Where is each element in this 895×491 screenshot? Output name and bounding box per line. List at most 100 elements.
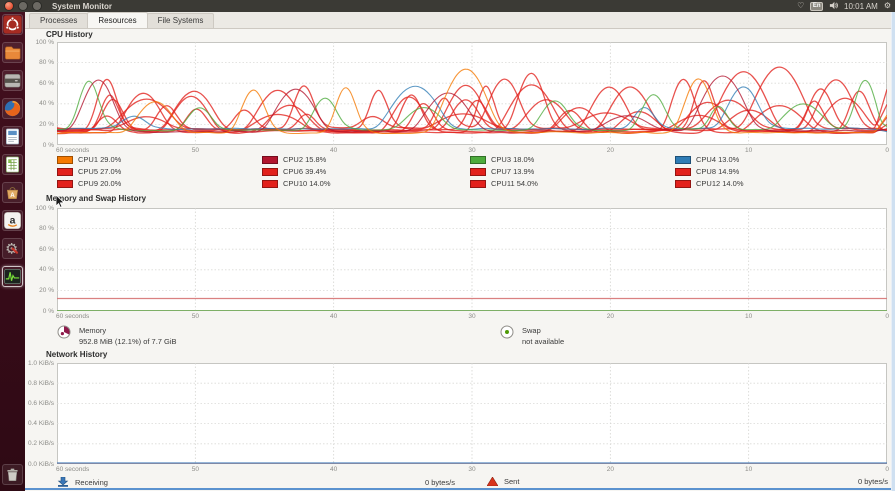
sent-legend: Sent 0 bytes/s xyxy=(487,477,888,486)
launcher-item-disk-drive[interactable] xyxy=(2,70,23,91)
cpu-legend-item-cpu3: CPU3 18.0% xyxy=(470,155,534,164)
net-x-tick: 20 xyxy=(595,466,625,473)
launcher-item-firefox[interactable] xyxy=(2,98,23,119)
memory-label: Memory xyxy=(79,325,177,336)
memory-swap-history-chart xyxy=(57,208,887,311)
cpu-color-swatch[interactable] xyxy=(675,180,691,188)
cpu-legend-item-cpu6: CPU6 39.4% xyxy=(262,167,326,176)
session-gear-icon[interactable]: ⚙ xyxy=(884,1,891,11)
receiving-rate: 0 bytes/s xyxy=(425,478,455,487)
cpu-legend-text: CPU3 18.0% xyxy=(491,155,534,164)
cpu-color-swatch[interactable] xyxy=(675,156,691,164)
cpu-x-tick: 10 xyxy=(734,147,764,154)
top-panel: System Monitor ♡ En 10:01 AM ⚙ xyxy=(0,0,895,12)
cpu-history-chart xyxy=(57,42,887,145)
cpu-x-tick: 20 xyxy=(595,147,625,154)
window-title: System Monitor xyxy=(52,2,112,11)
cpu-legend-item-cpu5: CPU5 27.0% xyxy=(57,167,121,176)
cpu-color-swatch[interactable] xyxy=(262,180,278,188)
cpu-legend-item-cpu4: CPU4 13.0% xyxy=(675,155,739,164)
unity-launcher: Aa ⚙ xyxy=(0,12,25,491)
window-maximize-button[interactable] xyxy=(32,1,42,11)
cpu-legend-item-cpu1: CPU1 29.0% xyxy=(57,155,121,164)
tab-bar: Processes Resources File Systems xyxy=(25,12,895,29)
cpu-legend-item-cpu10: CPU10 14.0% xyxy=(262,179,331,188)
indicator-area: ♡ En 10:01 AM ⚙ xyxy=(797,0,891,12)
tab-processes[interactable]: Processes xyxy=(29,13,88,28)
cpu-legend-item-cpu11: CPU11 54.0% xyxy=(470,179,538,188)
memory-legend: Memory 952.8 MiB (12.1%) of 7.7 GiB xyxy=(57,325,177,347)
clock[interactable]: 10:01 AM xyxy=(844,2,878,11)
net-x-tick: 60 seconds xyxy=(56,466,89,473)
cpu-x-tick: 60 seconds xyxy=(56,147,89,154)
cpu-x-tick: 40 xyxy=(319,147,349,154)
swap-value: not available xyxy=(522,336,564,347)
cpu-legend-text: CPU5 27.0% xyxy=(78,167,121,176)
window-bottom-accent xyxy=(25,488,891,490)
cpu-legend-item-cpu7: CPU7 13.9% xyxy=(470,167,534,176)
cpu-x-tick: 0 xyxy=(865,147,889,154)
cpu-legend-text: CPU4 13.0% xyxy=(696,155,739,164)
volume-icon[interactable] xyxy=(829,1,838,12)
receiving-legend: Receiving 0 bytes/s xyxy=(57,477,455,487)
net-x-tick: 30 xyxy=(457,466,487,473)
memory-pie-icon[interactable] xyxy=(57,325,71,339)
swap-label: Swap xyxy=(522,325,564,336)
launcher-item-system-settings[interactable]: ⚙ xyxy=(2,238,23,259)
svg-text:⚙: ⚙ xyxy=(5,241,18,257)
cpu-legend-text: CPU11 54.0% xyxy=(491,179,538,188)
tab-file-systems[interactable]: File Systems xyxy=(147,13,215,28)
cpu-legend-item-cpu2: CPU2 15.8% xyxy=(262,155,326,164)
sent-rate: 0 bytes/s xyxy=(858,477,888,486)
cpu-color-swatch[interactable] xyxy=(470,180,486,188)
mem-x-tick: 10 xyxy=(734,313,764,320)
cpu-color-swatch[interactable] xyxy=(470,156,486,164)
cpu-color-swatch[interactable] xyxy=(675,168,691,176)
overlay-scrollbar[interactable] xyxy=(891,12,895,491)
cpu-legend-text: CPU8 14.9% xyxy=(696,167,739,176)
cpu-legend-item-cpu8: CPU8 14.9% xyxy=(675,167,739,176)
mouse-cursor xyxy=(56,195,65,208)
launcher-item-files[interactable] xyxy=(2,42,23,63)
sent-arrow-icon xyxy=(487,477,498,486)
cpu-legend-item-cpu12: CPU12 14.0% xyxy=(675,179,744,188)
launcher-item-libreoffice-calc[interactable] xyxy=(2,154,23,175)
cpu-color-swatch[interactable] xyxy=(57,180,73,188)
mem-x-tick: 30 xyxy=(457,313,487,320)
launcher-item-software-center[interactable]: A xyxy=(2,182,23,203)
receiving-label: Receiving xyxy=(75,478,108,487)
window-close-button[interactable] xyxy=(4,1,14,11)
sync-heart-indicator-icon[interactable]: ♡ xyxy=(797,1,804,11)
launcher-item-system-monitor[interactable] xyxy=(2,266,23,287)
cpu-color-swatch[interactable] xyxy=(57,156,73,164)
window-minimize-button[interactable] xyxy=(18,1,28,11)
cpu-color-swatch[interactable] xyxy=(262,168,278,176)
swap-legend: Swap not available xyxy=(500,325,564,347)
cpu-legend-text: CPU10 14.0% xyxy=(283,179,331,188)
receiving-arrow-icon xyxy=(57,477,69,487)
swap-pie-icon[interactable] xyxy=(500,325,514,339)
cpu-legend-text: CPU1 29.0% xyxy=(78,155,121,164)
mem-x-tick: 60 seconds xyxy=(56,313,89,320)
launcher-item-amazon[interactable]: a xyxy=(2,210,23,231)
cpu-color-swatch[interactable] xyxy=(57,168,73,176)
net-x-tick: 0 xyxy=(865,466,889,473)
cpu-legend-text: CPU12 14.0% xyxy=(696,179,744,188)
cpu-x-tick: 30 xyxy=(457,147,487,154)
keyboard-layout-indicator[interactable]: En xyxy=(810,2,823,11)
svg-text:A: A xyxy=(10,192,15,199)
mem-x-tick: 50 xyxy=(180,313,210,320)
mem-x-tick: 20 xyxy=(595,313,625,320)
net-x-tick: 40 xyxy=(319,466,349,473)
memory-value: 952.8 MiB (12.1%) of 7.7 GiB xyxy=(79,336,177,347)
desktop: System Monitor ♡ En 10:01 AM ⚙ Aa ⚙ Proce… xyxy=(0,0,895,491)
launcher-item-dash-home[interactable] xyxy=(2,14,23,35)
cpu-color-swatch[interactable] xyxy=(470,168,486,176)
launcher-item-trash[interactable] xyxy=(2,464,23,485)
tab-resources[interactable]: Resources xyxy=(87,12,147,28)
net-x-tick: 50 xyxy=(180,466,210,473)
cpu-legend-text: CPU7 13.9% xyxy=(491,167,534,176)
launcher-item-libreoffice-writer[interactable] xyxy=(2,126,23,147)
cpu-x-tick: 50 xyxy=(180,147,210,154)
cpu-color-swatch[interactable] xyxy=(262,156,278,164)
